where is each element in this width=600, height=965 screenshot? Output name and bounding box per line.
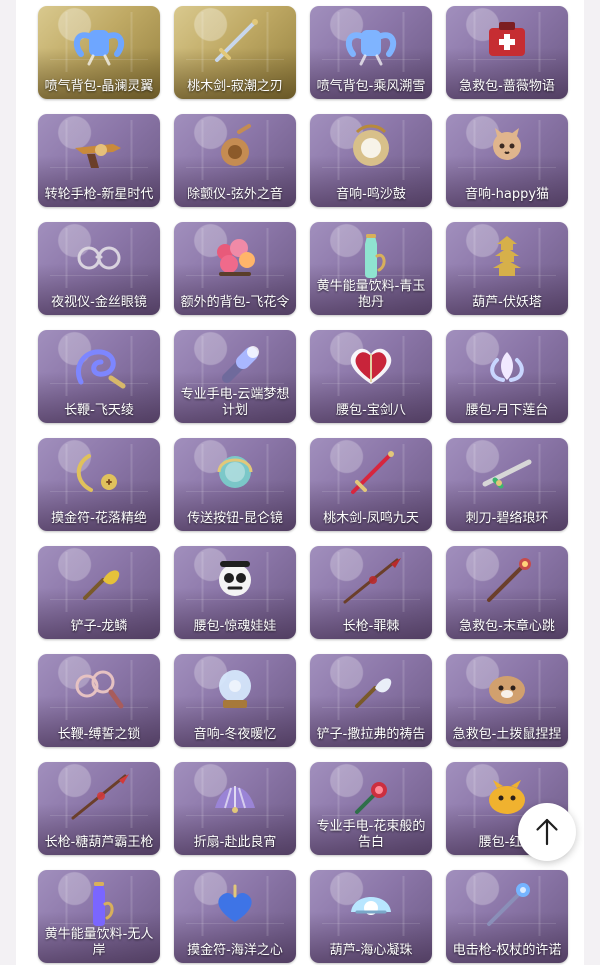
item-name: 专业手电-花束般的告白 <box>316 819 426 850</box>
item-name: 铲子-撒拉弗的祷告 <box>316 727 426 742</box>
item-name: 急救包-土拨鼠捏捏 <box>452 727 562 742</box>
item-card[interactable]: 额外的背包-飞花令 <box>174 222 296 315</box>
item-name: 夜视仪-金丝眼镜 <box>51 295 147 310</box>
item-name: 葫芦-伏妖塔 <box>472 295 542 310</box>
item-name: 桃木剑-凤鸣九天 <box>323 511 419 526</box>
item-name: 长鞭-飞天绫 <box>64 403 134 418</box>
item-grid: 喷气背包-晶澜灵翼 桃木剑-寂潮之刃 喷气背包-乘风溯雪 急救包-蔷薇物语转轮手枪-新… <box>38 6 568 963</box>
item-card[interactable]: 电击枪-权杖的许诺 <box>446 870 568 963</box>
item-card[interactable]: 桃木剑-寂潮之刃 <box>174 6 296 99</box>
item-card[interactable]: 转轮手枪-新星时代 <box>38 114 160 207</box>
item-card[interactable]: 除颤仪-弦外之音 <box>174 114 296 207</box>
item-name: 喷气背包-晶澜灵翼 <box>44 79 154 94</box>
item-card[interactable]: 音响-冬夜暖忆 <box>174 654 296 747</box>
item-card[interactable]: 夜视仪-金丝眼镜 <box>38 222 160 315</box>
item-card[interactable]: 腰包-惊魂娃娃 <box>174 546 296 639</box>
item-card[interactable]: 腰包-宝剑八 <box>310 330 432 423</box>
item-name: 摸金符-海洋之心 <box>187 943 283 958</box>
item-card[interactable]: 摸金符-海洋之心 <box>174 870 296 963</box>
item-card[interactable]: 急救包-土拨鼠捏捏 <box>446 654 568 747</box>
item-name: 专业手电-云端梦想计划 <box>180 387 290 418</box>
item-card[interactable]: 黄牛能量饮料-无人岸 <box>38 870 160 963</box>
item-name: 摸金符-花落精绝 <box>51 511 147 526</box>
item-card[interactable]: 长枪-罪棘 <box>310 546 432 639</box>
item-name: 传送按钮-昆仑镜 <box>187 511 283 526</box>
item-card[interactable]: 长鞭-飞天绫 <box>38 330 160 423</box>
item-name: 除颤仪-弦外之音 <box>187 187 283 202</box>
arrow-up-icon <box>536 818 558 846</box>
item-name: 音响-冬夜暖忆 <box>193 727 277 742</box>
item-card[interactable]: 黄牛能量饮料-青玉抱丹 <box>310 222 432 315</box>
item-card[interactable]: 桃木剑-凤鸣九天 <box>310 438 432 531</box>
item-name: 折扇-赴此良宵 <box>193 835 277 850</box>
item-card[interactable]: 长鞭-缚誓之锁 <box>38 654 160 747</box>
item-card[interactable]: 音响-happy猫 <box>446 114 568 207</box>
item-name: 葫芦-海心凝珠 <box>329 943 413 958</box>
item-card[interactable]: 专业手电-云端梦想计划 <box>174 330 296 423</box>
item-name: 黄牛能量饮料-青玉抱丹 <box>316 279 426 310</box>
item-card[interactable]: 长枪-糖葫芦霸王枪 <box>38 762 160 855</box>
item-card[interactable]: 葫芦-海心凝珠 <box>310 870 432 963</box>
item-name: 桃木剑-寂潮之刃 <box>187 79 283 94</box>
item-card[interactable]: 喷气背包-晶澜灵翼 <box>38 6 160 99</box>
item-card[interactable]: 折扇-赴此良宵 <box>174 762 296 855</box>
item-card[interactable]: 葫芦-伏妖塔 <box>446 222 568 315</box>
item-name: 喷气背包-乘风溯雪 <box>316 79 426 94</box>
item-card[interactable]: 专业手电-花束般的告白 <box>310 762 432 855</box>
item-name: 长枪-罪棘 <box>342 619 400 634</box>
item-card[interactable]: 音响-鸣沙鼓 <box>310 114 432 207</box>
item-name: 黄牛能量饮料-无人岸 <box>44 927 154 958</box>
item-card[interactable]: 刺刀-碧络琅环 <box>446 438 568 531</box>
item-name: 长鞭-缚誓之锁 <box>57 727 141 742</box>
item-name: 电击枪-权杖的许诺 <box>452 943 562 958</box>
item-card[interactable]: 铲子-撒拉弗的祷告 <box>310 654 432 747</box>
item-card[interactable]: 摸金符-花落精绝 <box>38 438 160 531</box>
item-card[interactable]: 传送按钮-昆仑镜 <box>174 438 296 531</box>
item-name: 音响-happy猫 <box>464 187 550 202</box>
item-name: 长枪-糖葫芦霸王枪 <box>44 835 154 850</box>
item-name: 腰包-惊魂娃娃 <box>193 619 277 634</box>
item-name: 转轮手枪-新星时代 <box>44 187 154 202</box>
item-name: 刺刀-碧络琅环 <box>465 511 549 526</box>
item-name: 音响-鸣沙鼓 <box>336 187 406 202</box>
item-name: 额外的背包-飞花令 <box>180 295 290 310</box>
item-name: 急救包-蔷薇物语 <box>459 79 555 94</box>
scroll-to-top-button[interactable] <box>518 803 576 861</box>
item-name: 腰包-月下莲台 <box>465 403 549 418</box>
item-card[interactable]: 喷气背包-乘风溯雪 <box>310 6 432 99</box>
item-card[interactable]: 腰包-月下莲台 <box>446 330 568 423</box>
item-card[interactable]: 铲子-龙鳞 <box>38 546 160 639</box>
item-name: 铲子-龙鳞 <box>70 619 128 634</box>
item-card[interactable]: 急救包-末章心跳 <box>446 546 568 639</box>
item-card[interactable]: 急救包-蔷薇物语 <box>446 6 568 99</box>
item-name: 腰包-宝剑八 <box>336 403 406 418</box>
item-name: 急救包-末章心跳 <box>459 619 555 634</box>
